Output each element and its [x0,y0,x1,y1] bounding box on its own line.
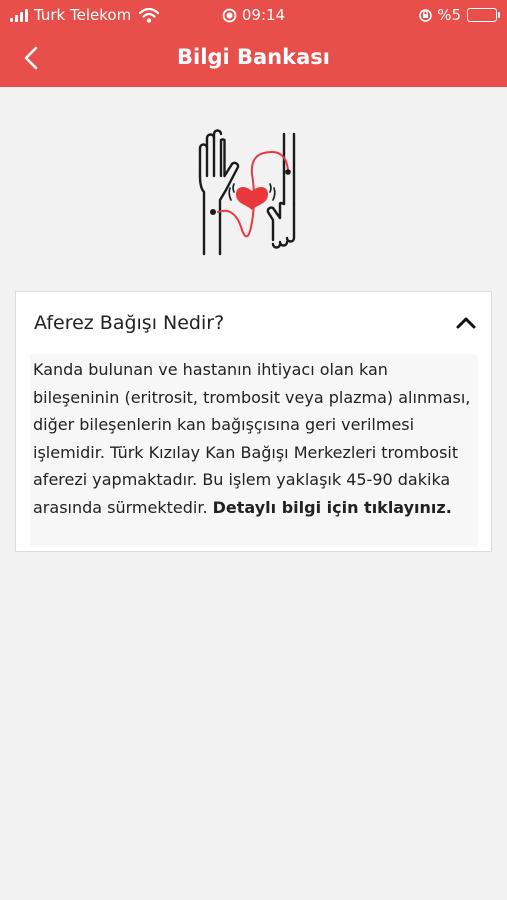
status-bar: Turk Telekom 09:14 %5 [0,0,507,30]
faq-answer-panel: Kanda bulunan ve hastanın ihtiyacı olan … [30,354,478,546]
faq-header[interactable]: Aferez Bağışı Nedir? [16,292,491,354]
nav-bar: Bilgi Bankası [0,30,507,87]
faq-answer: Kanda bulunan ve hastanın ihtiyacı olan … [33,360,471,517]
page-title: Bilgi Bankası [177,45,330,69]
chevron-up-icon[interactable] [453,310,479,336]
status-time: 09:14 [241,6,286,24]
battery-percent: %5 [437,6,461,24]
battery-icon [467,8,500,22]
blood-donation-illustration [190,126,315,266]
orientation-lock-icon [419,8,433,22]
detail-link[interactable]: Detaylı bilgi için tıklayınız. [213,498,452,517]
alarm-icon [222,8,237,22]
faq-question: Aferez Bağışı Nedir? [34,312,225,334]
blood-donation-hands-heart-icon [198,129,296,256]
faq-card: Aferez Bağışı Nedir? Kanda bulunan ve ha… [15,291,492,552]
status-right: %5 [418,6,500,24]
